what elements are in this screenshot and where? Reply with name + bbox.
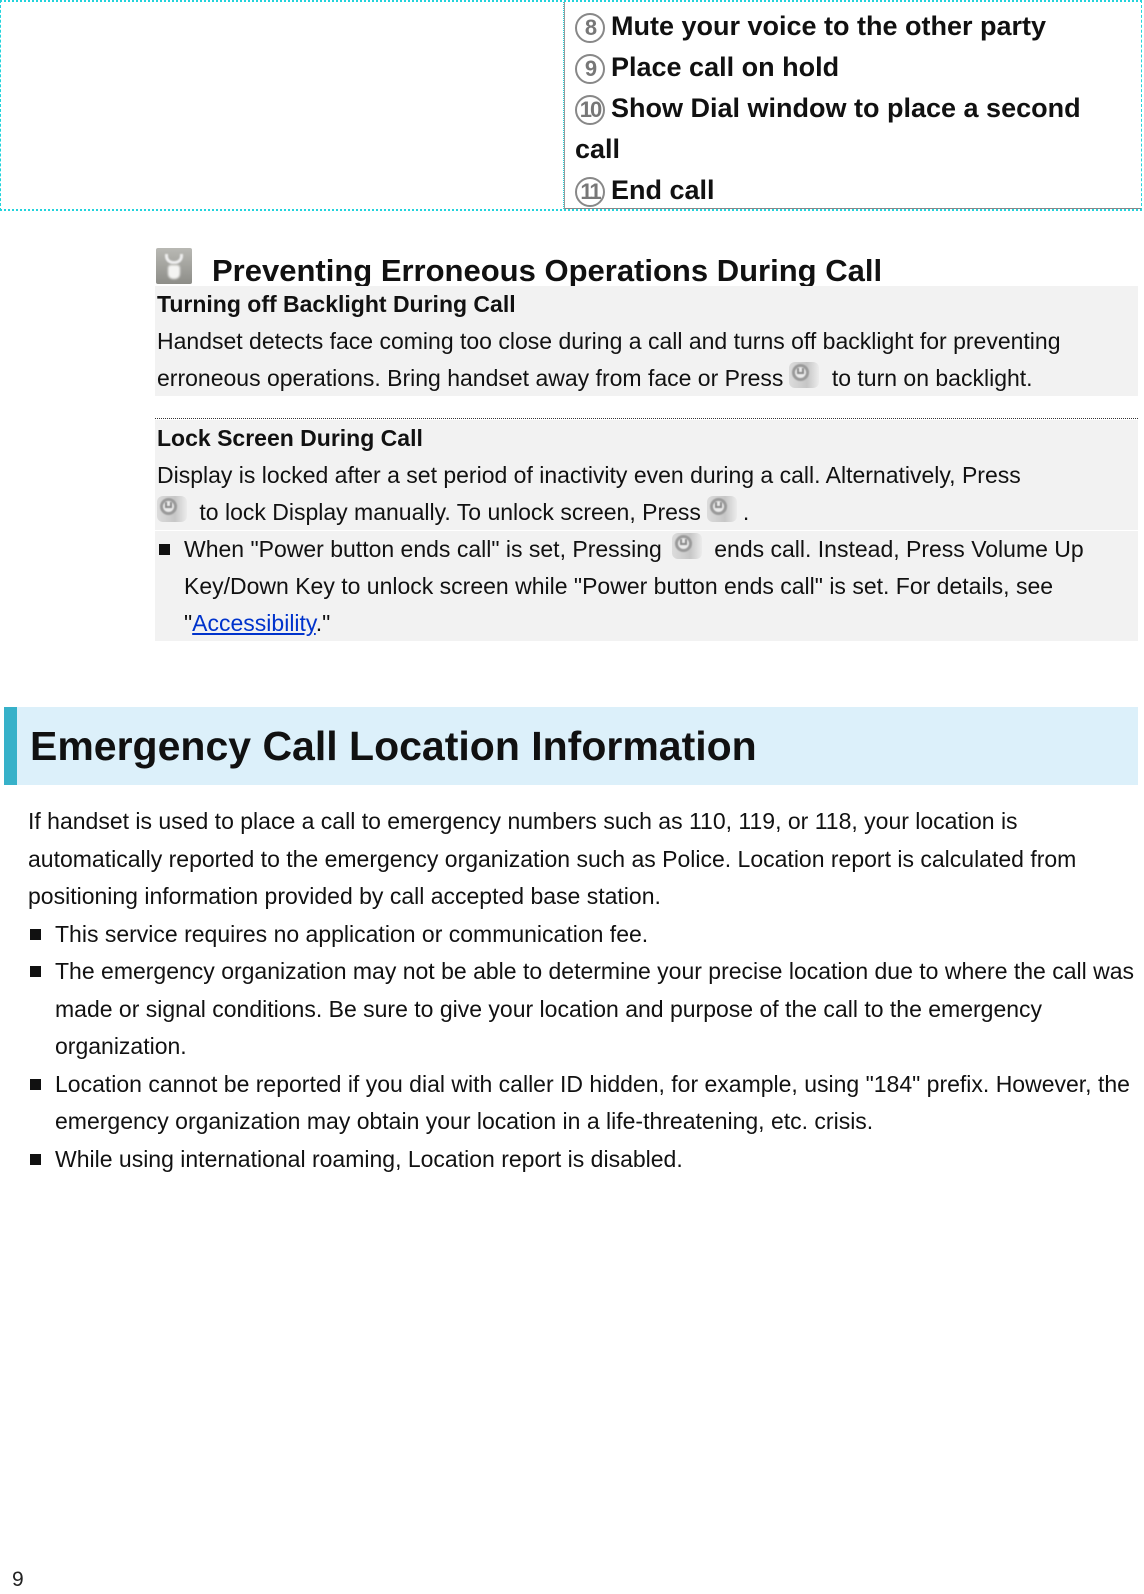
- legend-item-label: Mute your voice to the other party: [611, 11, 1047, 41]
- legend-table: 8 Mute your voice to the other party 9 Pla…: [0, 0, 1142, 211]
- section-heading-bar: Emergency Call Location Information: [4, 707, 1138, 785]
- square-bullet-icon: [159, 544, 170, 555]
- bullet-item: When "Power button ends call" is set, Pr…: [157, 531, 1138, 642]
- legend-item: 11 End call: [575, 170, 1141, 211]
- note-text-part: to lock Display manually. To unlock scre…: [199, 499, 701, 525]
- bullet-text: Location cannot be reported if you dial …: [55, 1070, 1130, 1135]
- circled-number-icon: 8: [575, 13, 605, 43]
- note-text-part: to turn on backlight.: [831, 365, 1033, 391]
- tip-hand-icon: [156, 248, 192, 284]
- legend-item: 8 Mute your voice to the other party: [575, 6, 1141, 47]
- bullet-text: This service requires no application or …: [55, 920, 649, 947]
- circled-number-icon: 11: [575, 177, 605, 207]
- circled-number-icon: 10: [575, 95, 605, 125]
- power-key-icon: [671, 533, 702, 559]
- bullet-item: This service requires no application or …: [28, 916, 1143, 954]
- square-bullet-icon: [30, 1153, 41, 1165]
- note-backlight: Turning off Backlight During Call Handse…: [155, 286, 1138, 396]
- legend-item-label: Show Dial window to place a second call: [575, 93, 1081, 164]
- note-title: Lock Screen During Call: [157, 425, 423, 451]
- note-divider: [155, 418, 1138, 419]
- square-bullet-icon: [30, 1078, 41, 1090]
- bullet-item: The emergency organization may not be ab…: [28, 953, 1143, 1066]
- tip-heading: Preventing Erroneous Operations During C…: [212, 253, 883, 288]
- bullet-text-part: When "Power button ends call" is set, Pr…: [184, 536, 662, 562]
- legend-item: 9 Place call on hold: [575, 47, 1141, 88]
- note-title: Turning off Backlight During Call: [157, 291, 516, 317]
- page-number: 9: [12, 1568, 24, 1591]
- note-text: Handset detects face coming too close du…: [157, 323, 1138, 397]
- bullet-text-part: .": [315, 610, 331, 636]
- legend-table-text-cell: 8 Mute your voice to the other party 9 Pla…: [564, 2, 1141, 209]
- bullet-text: The emergency organization may not be ab…: [55, 958, 1135, 1059]
- circled-number-icon: 9: [575, 54, 605, 84]
- section-body: If handset is used to place a call to em…: [28, 803, 1143, 1178]
- note-text-part: .: [742, 499, 750, 525]
- square-bullet-icon: [30, 966, 41, 977]
- tip-title: Preventing Erroneous Operations During C…: [156, 243, 882, 289]
- section-heading: Emergency Call Location Information: [30, 723, 757, 769]
- bullet-item: While using international roaming, Locat…: [28, 1141, 1143, 1179]
- note-lock-screen: Lock Screen During Call Display is locke…: [155, 420, 1138, 530]
- note-lock-screen-bullet: When "Power button ends call" is set, Pr…: [155, 531, 1138, 641]
- legend-item: 10 Show Dial window to place a second cal…: [575, 88, 1095, 170]
- power-key-icon: [706, 496, 737, 522]
- bullet-item: Location cannot be reported if you dial …: [28, 1066, 1143, 1141]
- note-text-part: Display is locked after a set period of …: [157, 462, 1021, 488]
- square-bullet-icon: [30, 928, 41, 940]
- note-text: Display is locked after a set period of …: [157, 457, 1138, 531]
- legend-table-image-cell: [1, 2, 564, 209]
- intro-paragraph: If handset is used to place a call to em…: [28, 808, 1077, 909]
- accessibility-link[interactable]: Accessibility: [192, 610, 316, 636]
- bullet-text: While using international roaming, Locat…: [55, 1145, 683, 1172]
- power-key-icon: [157, 496, 187, 522]
- power-key-icon: [789, 362, 820, 388]
- legend-item-label: Place call on hold: [611, 52, 840, 82]
- legend-item-label: End call: [611, 175, 715, 205]
